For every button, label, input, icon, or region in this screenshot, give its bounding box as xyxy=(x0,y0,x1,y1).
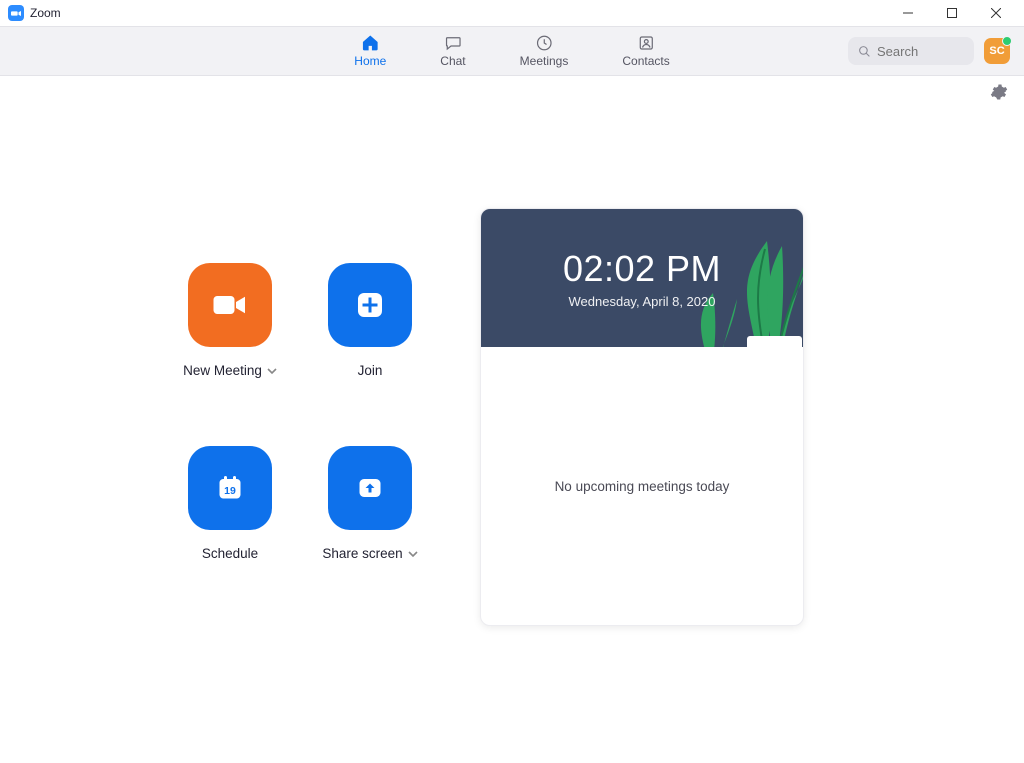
action-join: Join xyxy=(300,263,440,378)
calendar-date: Wednesday, April 8, 2020 xyxy=(569,294,716,309)
tab-meetings[interactable]: Meetings xyxy=(514,32,575,70)
nav-right: SC xyxy=(848,37,1024,65)
clock-icon xyxy=(535,34,553,52)
share-screen-label: Share screen xyxy=(322,546,402,561)
calendar-card: 02:02 PM Wednesday, April 8, 2020 No upc… xyxy=(480,208,804,626)
titlebar-left: Zoom xyxy=(8,5,61,21)
tab-meetings-label: Meetings xyxy=(520,54,569,68)
tab-contacts-label: Contacts xyxy=(622,54,669,68)
search-input[interactable] xyxy=(877,44,957,59)
new-meeting-button[interactable] xyxy=(188,263,272,347)
action-schedule: 19 Schedule xyxy=(160,446,300,561)
schedule-label-row: Schedule xyxy=(202,546,258,561)
share-up-icon xyxy=(352,470,388,506)
schedule-button[interactable]: 19 xyxy=(188,446,272,530)
navbar: Home Chat Meetings Contacts SC xyxy=(0,26,1024,76)
action-new-meeting: New Meeting xyxy=(160,263,300,378)
share-screen-button[interactable] xyxy=(328,446,412,530)
actions-panel: New Meeting Join 19 xyxy=(30,108,460,626)
contacts-icon xyxy=(637,34,655,52)
join-label: Join xyxy=(358,363,383,378)
calendar-icon: 19 xyxy=(212,470,248,506)
main-content: New Meeting Join 19 xyxy=(0,108,1024,626)
subbar xyxy=(0,76,1024,108)
calendar-panel: 02:02 PM Wednesday, April 8, 2020 No upc… xyxy=(460,108,994,626)
video-icon xyxy=(212,287,248,323)
share-screen-label-row[interactable]: Share screen xyxy=(322,546,417,561)
action-grid: New Meeting Join 19 xyxy=(160,263,460,561)
window-title: Zoom xyxy=(30,6,61,20)
avatar[interactable]: SC xyxy=(984,38,1010,64)
maximize-button[interactable] xyxy=(930,0,974,26)
plus-icon xyxy=(352,287,388,323)
chevron-down-icon xyxy=(408,549,418,559)
join-button[interactable] xyxy=(328,263,412,347)
calendar-day-number: 19 xyxy=(224,485,236,497)
calendar-banner: 02:02 PM Wednesday, April 8, 2020 xyxy=(481,209,803,347)
calendar-time: 02:02 PM xyxy=(563,248,721,290)
tab-contacts[interactable]: Contacts xyxy=(616,32,675,70)
zoom-logo-icon xyxy=(8,5,24,21)
home-icon xyxy=(361,34,379,52)
tab-home[interactable]: Home xyxy=(348,32,392,70)
window-controls xyxy=(886,0,1018,26)
tab-home-label: Home xyxy=(354,54,386,68)
schedule-label: Schedule xyxy=(202,546,258,561)
titlebar: Zoom xyxy=(0,0,1024,26)
close-button[interactable] xyxy=(974,0,1018,26)
chevron-down-icon xyxy=(267,366,277,376)
minimize-button[interactable] xyxy=(886,0,930,26)
nav-tabs: Home Chat Meetings Contacts xyxy=(348,32,675,70)
new-meeting-label-row[interactable]: New Meeting xyxy=(183,363,277,378)
chat-icon xyxy=(444,34,462,52)
action-share-screen: Share screen xyxy=(300,446,440,561)
search-box[interactable] xyxy=(848,37,974,65)
calendar-body: No upcoming meetings today xyxy=(481,347,803,625)
tab-chat[interactable]: Chat xyxy=(434,32,471,70)
tab-chat-label: Chat xyxy=(440,54,465,68)
search-icon xyxy=(858,45,871,58)
calendar-empty-message: No upcoming meetings today xyxy=(555,479,730,494)
gear-icon xyxy=(990,83,1008,101)
settings-button[interactable] xyxy=(988,81,1010,103)
new-meeting-label: New Meeting xyxy=(183,363,262,378)
avatar-initials: SC xyxy=(989,45,1004,57)
join-label-row: Join xyxy=(358,363,383,378)
